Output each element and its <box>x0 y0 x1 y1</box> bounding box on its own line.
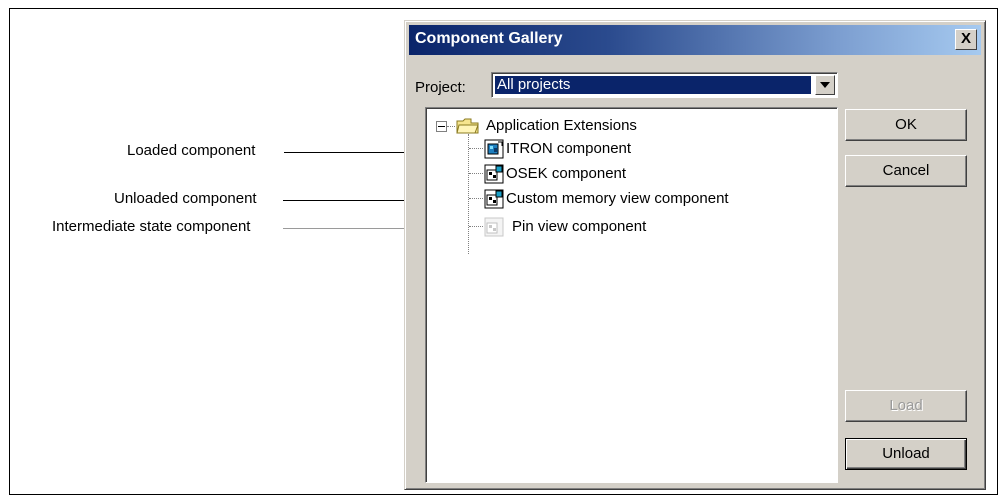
tree-item-itron[interactable]: ITRON component <box>506 140 631 158</box>
title-bar[interactable]: Component Gallery X <box>409 25 981 55</box>
dialog-title: Component Gallery <box>415 30 563 47</box>
callout-loaded-label: Loaded component <box>127 142 256 159</box>
cancel-button[interactable]: Cancel <box>845 155 967 187</box>
loaded-component-icon <box>484 139 504 159</box>
tree-item-osek[interactable]: OSEK component <box>506 165 626 183</box>
project-select-value: All projects <box>495 76 811 94</box>
tree-connector <box>469 226 483 228</box>
unload-button[interactable]: Unload <box>845 438 967 470</box>
callout-unloaded-label: Unloaded component <box>114 190 257 207</box>
tree-item-custom-memory-view[interactable]: Custom memory view component <box>506 190 729 208</box>
ok-button[interactable]: OK <box>845 109 967 141</box>
tree-connector <box>469 198 483 200</box>
unloaded-component-icon <box>484 164 504 184</box>
tree-root-label[interactable]: Application Extensions <box>486 117 637 135</box>
project-label: Project: <box>415 79 466 96</box>
intermediate-component-icon <box>484 217 504 237</box>
tree-connector <box>468 134 470 254</box>
component-gallery-dialog: Component Gallery X Project: All project… <box>404 20 986 490</box>
tree-connector <box>469 173 483 175</box>
project-select[interactable]: All projects <box>491 72 838 98</box>
tree-connector <box>469 148 483 150</box>
dropdown-arrow-button[interactable] <box>815 75 835 95</box>
tree-item-pin-view[interactable]: Pin view component <box>512 218 646 236</box>
unloaded-component-icon <box>484 189 504 209</box>
load-button[interactable]: Load <box>845 390 967 422</box>
collapse-icon[interactable] <box>436 121 447 132</box>
close-button[interactable]: X <box>955 29 977 50</box>
component-tree[interactable]: Application Extensions ITRON component O… <box>425 107 838 483</box>
tree-connector <box>447 126 455 128</box>
callout-intermediate-label: Intermediate state component <box>52 218 251 235</box>
chevron-down-icon <box>820 82 830 88</box>
folder-open-icon <box>456 118 479 134</box>
